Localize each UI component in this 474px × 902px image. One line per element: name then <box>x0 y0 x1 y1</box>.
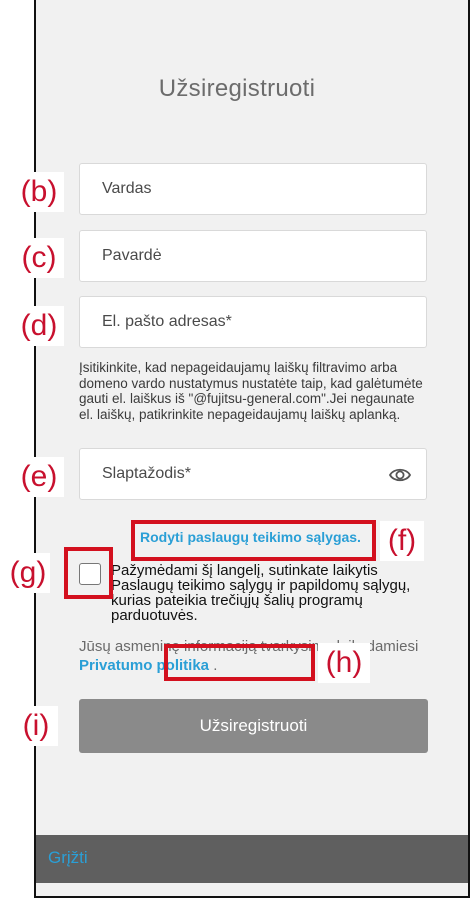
annotation-label-h: (h) <box>318 643 370 683</box>
last-name-field[interactable] <box>79 230 427 282</box>
password-input[interactable] <box>80 449 426 499</box>
first-name-input[interactable] <box>80 164 426 214</box>
email-input[interactable] <box>80 297 426 347</box>
highlight-box-checkbox <box>64 547 113 599</box>
register-button[interactable]: Užsiregistruoti <box>79 699 428 753</box>
highlight-box-privacy-link <box>164 644 315 681</box>
annotation-label-e: (e) <box>14 457 64 497</box>
email-field[interactable] <box>79 296 427 348</box>
annotation-label-c: (c) <box>14 238 64 278</box>
first-name-field[interactable] <box>79 163 427 215</box>
annotation-label-f: (f) <box>380 521 424 561</box>
annotation-label-i: (i) <box>14 706 58 746</box>
email-helper-text: Įsitikinkite, kad nepageidaujamų laiškų … <box>79 360 423 422</box>
page-title: Užsiregistruoti <box>158 75 316 102</box>
back-link[interactable]: Grįžti <box>48 848 88 868</box>
annotation-label-b: (b) <box>14 172 64 212</box>
last-name-input[interactable] <box>80 231 426 281</box>
left-margin <box>0 0 34 902</box>
annotation-label-d: (d) <box>14 306 64 346</box>
annotation-label-g: (g) <box>6 553 50 593</box>
consent-text: Pažymėdami šį langelį, sutinkate laikyti… <box>111 562 411 624</box>
footer-bar: Grįžti <box>36 835 468 883</box>
eye-icon[interactable] <box>388 464 412 486</box>
highlight-box-terms-link <box>131 520 376 561</box>
password-field[interactable] <box>79 448 427 500</box>
